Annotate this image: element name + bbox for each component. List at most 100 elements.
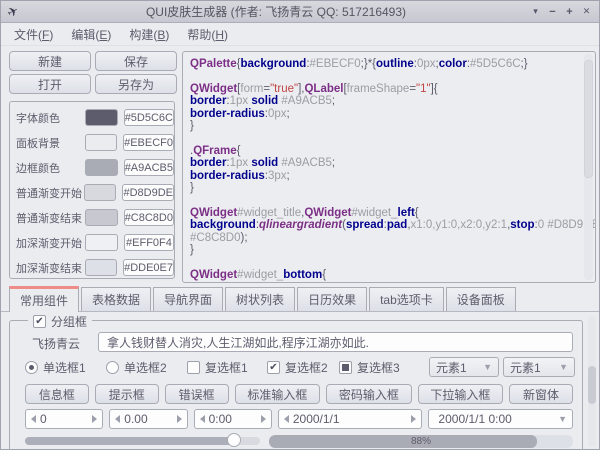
groupbox-legend: ✔ 分组框: [28, 313, 92, 330]
code-line: border:1px solid #A9ACB5;: [190, 95, 579, 107]
minimize-icon[interactable]: −: [544, 3, 561, 21]
app-plane-icon: ✈: [0, 0, 27, 24]
color-value-field[interactable]: #C8C8D0: [124, 209, 174, 226]
color-swatch[interactable]: [85, 259, 117, 276]
code-line: QWidget#widget_bottom{: [190, 269, 579, 281]
int-spinbox[interactable]: 0: [25, 409, 103, 429]
color-swatch[interactable]: [85, 109, 118, 126]
app-window: ✈ QUI皮肤生成器 (作者: 飞扬青云 QQ: 517216493) ▾ − …: [0, 0, 600, 450]
editor-scrollbar[interactable]: [584, 54, 593, 280]
color-swatch[interactable]: [84, 184, 116, 201]
groupbox-title: 分组框: [51, 313, 87, 330]
color-swatch[interactable]: [85, 234, 118, 251]
chevron-down-icon: ▼: [483, 362, 492, 372]
menubar: 文件(F) 编辑(E) 构建(B) 帮助(H): [1, 24, 599, 46]
combo-1[interactable]: 元素1 ▼: [429, 357, 499, 377]
color-value-field[interactable]: #EBECF0: [123, 134, 174, 151]
datetime-edit[interactable]: 2000/1/1 0:00 ▼: [428, 409, 573, 429]
spin-up-icon[interactable]: [177, 415, 182, 423]
color-swatch[interactable]: [85, 134, 117, 151]
color-label: 加深渐变开始: [16, 235, 85, 251]
page-scrollbar-thumb[interactable]: [588, 366, 596, 404]
close-icon[interactable]: ✕: [578, 3, 595, 21]
error-box-button[interactable]: 错误框: [165, 384, 229, 404]
color-value-field[interactable]: #DDE0E7: [123, 259, 174, 276]
radio-indicator: [25, 361, 38, 374]
menu-help[interactable]: 帮助(H): [178, 24, 237, 45]
info-box-button[interactable]: 信息框: [25, 384, 89, 404]
password-input-button[interactable]: 密码输入框: [326, 384, 412, 404]
color-value-field[interactable]: #D8D9DE: [122, 184, 174, 201]
file-actions: 新建 保存 打开 另存为: [9, 51, 177, 94]
color-row-deep-end: 加深渐变结束 #DDE0E7: [16, 255, 174, 280]
checkbox-3[interactable]: 复选框3: [339, 359, 400, 376]
code-line: [190, 132, 579, 144]
groupbox-checkbox[interactable]: ✔: [33, 315, 46, 328]
color-row-grad-end: 普通渐变结束 #C8C8D0: [16, 205, 174, 230]
author-label: 飞扬青云: [32, 335, 80, 352]
menu-build[interactable]: 构建(B): [120, 24, 178, 45]
slider-progress-row: 88%: [25, 434, 573, 448]
tab-device-panel[interactable]: 设备面板: [446, 287, 516, 311]
progress-bar: 88%: [269, 435, 573, 448]
spinner-row: 0 0.00 0:00 2000/1/1: [25, 409, 573, 429]
standard-input-button[interactable]: 标准输入框: [235, 384, 321, 404]
checkbox-2[interactable]: ✔ 复选框2: [267, 359, 328, 376]
combo-2[interactable]: 元素1 ▼: [503, 357, 575, 377]
double-spinbox[interactable]: 0.00: [109, 409, 187, 429]
slider-handle[interactable]: [227, 433, 241, 447]
tabbar: 常用组件 表格数据 导航界面 树状列表 日历效果 tab选项卡 设备面板: [1, 286, 599, 312]
radio-indicator: [106, 361, 119, 374]
code-line: [190, 70, 579, 82]
new-window-button[interactable]: 新窗体: [509, 384, 573, 404]
new-button[interactable]: 新建: [9, 51, 91, 71]
tab-tab-widget[interactable]: tab选项卡: [369, 287, 444, 311]
chevron-down-icon[interactable]: ▼: [558, 414, 567, 424]
dropdown-input-button[interactable]: 下拉输入框: [418, 384, 504, 404]
stylesheet-editor[interactable]: QPalette{background:#EBECF0;}*{outline:0…: [182, 51, 596, 283]
save-as-button[interactable]: 另存为: [95, 74, 177, 94]
quote-input[interactable]: 拿人钱财替人消灾,人生江湖如此,程序江湖亦如此.: [98, 332, 573, 352]
code-line: QPalette{background:#EBECF0;}*{outline:0…: [190, 58, 579, 70]
color-label: 面板背景: [16, 135, 85, 151]
checkbox-1[interactable]: 复选框1: [187, 359, 248, 376]
time-edit[interactable]: 0:00: [194, 409, 272, 429]
color-value-field[interactable]: #5D5C6C: [124, 109, 174, 126]
color-swatch[interactable]: [85, 159, 118, 176]
code-line: border-radius:3px;: [190, 170, 579, 182]
color-value-field[interactable]: #A9ACB5: [124, 159, 174, 176]
open-button[interactable]: 打开: [9, 74, 91, 94]
color-label: 边框颜色: [16, 160, 85, 176]
tab-calendar[interactable]: 日历效果: [297, 287, 367, 311]
tab-table-data[interactable]: 表格数据: [81, 287, 151, 311]
spin-up-icon[interactable]: [92, 415, 97, 423]
spin-up-icon[interactable]: [411, 415, 416, 423]
maximize-icon[interactable]: +: [561, 3, 578, 21]
tab-page-common: ✔ 分组框 飞扬青云 拿人钱财替人消灾,人生江湖如此,程序江湖亦如此. 单选框1…: [1, 312, 599, 449]
date-edit[interactable]: 2000/1/1: [278, 409, 423, 429]
color-label: 普通渐变开始: [16, 185, 84, 201]
code-line: QWidget[form="true"],QLabel[frameShape="…: [190, 83, 579, 95]
radio-2[interactable]: 单选框2: [106, 359, 167, 376]
radio-1[interactable]: 单选框1: [25, 359, 86, 376]
tab-tree-list[interactable]: 树状列表: [225, 287, 295, 311]
color-label: 字体颜色: [16, 110, 85, 126]
color-swatch[interactable]: [85, 209, 118, 226]
page-scrollbar[interactable]: [588, 316, 596, 447]
spin-up-icon[interactable]: [261, 415, 266, 423]
tip-box-button[interactable]: 提示框: [95, 384, 159, 404]
color-row-border: 边框颜色 #A9ACB5: [16, 155, 174, 180]
tab-nav-ui[interactable]: 导航界面: [153, 287, 223, 311]
menu-file[interactable]: 文件(F): [5, 24, 62, 45]
editor-scrollbar-thumb[interactable]: [584, 60, 593, 178]
menu-edit[interactable]: 编辑(E): [62, 24, 120, 45]
author-row: 飞扬青云 拿人钱财替人消灾,人生江湖如此,程序江湖亦如此.: [10, 332, 582, 352]
color-value-field[interactable]: #EFF0F4: [124, 234, 174, 251]
color-row-panel-bg: 面板背景 #EBECF0: [16, 130, 174, 155]
save-button[interactable]: 保存: [95, 51, 177, 71]
code-line: .QFrame{: [190, 145, 579, 157]
slider[interactable]: [25, 437, 260, 445]
skin-menu-icon[interactable]: ▾: [527, 3, 544, 21]
color-row-font: 字体颜色 #5D5C6C: [16, 105, 174, 130]
tab-common-widgets[interactable]: 常用组件: [9, 286, 79, 312]
